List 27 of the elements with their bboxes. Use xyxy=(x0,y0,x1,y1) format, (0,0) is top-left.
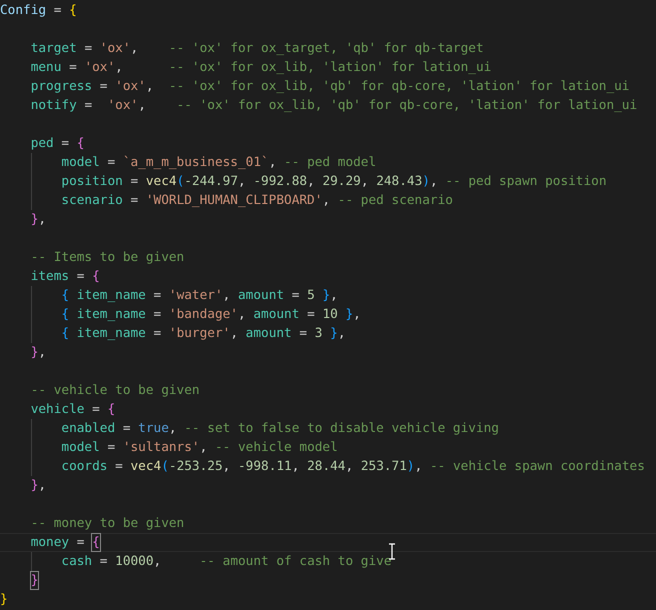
code-line: cash = 10000, -- amount of cash to give xyxy=(0,552,656,571)
code-line: }, xyxy=(30,477,48,495)
code-line: enabled = true, -- set to false to disable vehicle giving xyxy=(0,419,656,438)
code-line: scenario = 'WORLD_HUMAN_CLIPBOARD', -- ped scenario xyxy=(0,191,656,210)
code-line: -- Items to be given xyxy=(30,249,186,267)
code-line: }, xyxy=(30,211,48,229)
code-line: { item_name = 'bandage', amount = 10 }, xyxy=(0,305,656,324)
code-line: target = 'ox', -- 'ox' for ox_target, 'qb' for qb-target xyxy=(30,40,485,58)
code-line: money = { xyxy=(0,533,656,552)
code-line: items = { xyxy=(30,268,101,286)
code-line: vehicle = { xyxy=(30,401,116,419)
code-line: progress = 'ox', -- 'ox' for ox_lib, 'qb' for qb-core, 'lation' for lation_ui xyxy=(30,78,630,96)
code-line: Config = { xyxy=(0,2,78,20)
code-line: { item_name = 'water', amount = 5 }, xyxy=(0,286,656,305)
code-line: model = 'sultanrs', -- vehicle model xyxy=(0,438,656,457)
code-line: menu = 'ox', -- 'ox' for ox_lib, 'lation' for lation_ui xyxy=(30,59,492,77)
code-line: notify = 'ox', -- 'ox' for ox_lib, 'qb' for qb-core, 'lation' for lation_ui xyxy=(30,97,638,115)
code-line: }, xyxy=(30,344,48,362)
code-line: -- money to be given xyxy=(30,515,186,533)
code-line: -- vehicle to be given xyxy=(30,382,201,400)
code-line: } xyxy=(0,591,9,609)
code-line: position = vec4(-244.97, -992.88, 29.29, 248.43), -- ped spawn position xyxy=(0,172,656,191)
code-line: { item_name = 'burger', amount = 3 }, xyxy=(0,324,656,343)
code-line: coords = vec4(-253.25, -998.11, 28.44, 253.71), -- vehicle spawn coordinates xyxy=(0,457,656,476)
code-line: model = `a_m_m_business_01`, -- ped model xyxy=(0,153,656,172)
code-line: ped = { xyxy=(30,135,86,153)
code-line: } xyxy=(30,571,40,590)
